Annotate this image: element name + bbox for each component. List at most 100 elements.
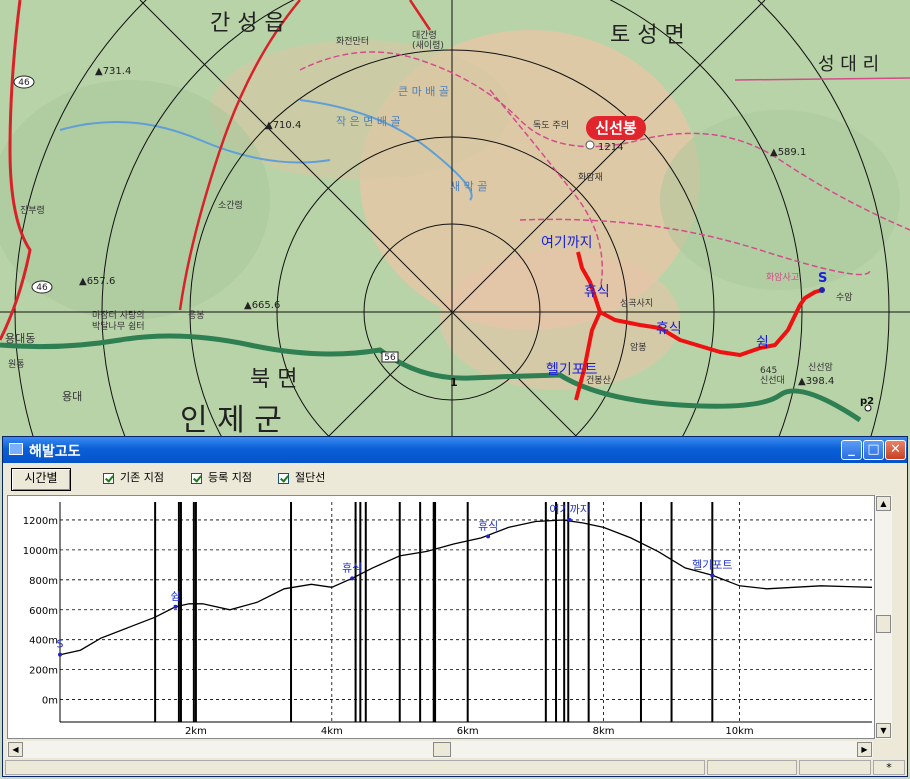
road-number: 46 <box>18 78 30 88</box>
waypoint-label: S <box>57 638 64 651</box>
region-label-tosung: 토 성 면 <box>610 23 685 48</box>
place-label: 암봉 <box>630 341 647 353</box>
waypoint-label: 헬기포트 <box>692 558 732 571</box>
horizontal-scroll-thumb[interactable] <box>433 742 451 757</box>
left-arrow-icon[interactable]: ◀ <box>8 742 23 757</box>
place-label: 원통 <box>8 359 25 370</box>
elevation-label: ▲398.4 <box>798 376 834 387</box>
road-number: 56 <box>384 353 396 363</box>
up-arrow-icon[interactable]: ▲ <box>876 496 891 511</box>
terrain-patch <box>660 110 900 290</box>
waypoint-marker <box>864 404 872 412</box>
reg-point-label: 등록 지점 <box>208 471 252 484</box>
base-point-checkbox[interactable]: 기존 지점 <box>103 471 164 487</box>
waypoint-label: 휴식 <box>342 561 362 574</box>
place-label: 신선대 <box>760 375 785 386</box>
status-panel <box>5 760 705 775</box>
cut-line-label: 절단선 <box>295 471 326 484</box>
window-icon <box>9 443 23 455</box>
track-label-rest: 휴식 <box>584 284 610 300</box>
maximize-button[interactable]: □ <box>863 440 884 460</box>
start-point <box>819 287 825 293</box>
right-arrow-icon[interactable]: ▶ <box>857 742 872 757</box>
region-label-bukmyeon: 북 면 <box>250 367 297 392</box>
summit-label: 신선봉 <box>595 119 637 137</box>
place-label: 화암사고 <box>766 271 799 283</box>
down-arrow-icon[interactable]: ▼ <box>876 723 891 738</box>
place-label: (새이령) <box>412 39 444 51</box>
elevation-chart[interactable]: 0m 200m 400m 600m 800m 1000m 1200m 2km 4km 6km 8km… <box>7 495 875 739</box>
y-tick-label: 600m <box>29 606 58 617</box>
valley-label: 새 막 골 <box>450 180 487 193</box>
x-tick-label: 8km <box>593 726 615 737</box>
reg-point-checkbox[interactable]: 등록 지점 <box>191 471 252 487</box>
elevation-label: 1214 <box>598 142 623 153</box>
track-label-break: 쉼 <box>756 335 769 351</box>
x-tick-label: 2km <box>185 726 207 737</box>
toolbar: 시간별 기존 지점 등록 지점 절단선 <box>3 463 907 493</box>
y-tick-label: 800m <box>29 576 58 587</box>
close-button[interactable]: ✕ <box>885 440 906 460</box>
place-label: 소간령 <box>218 199 243 211</box>
y-tick-label: 200m <box>29 666 58 677</box>
vertical-scroll-thumb[interactable] <box>876 615 891 633</box>
status-bar: * <box>3 759 907 777</box>
elevation-label: ▲710.4 <box>265 120 301 131</box>
checkbox-check-icon <box>278 472 289 484</box>
y-tick-label: 1000m <box>23 546 58 557</box>
region-label-sungdaeri: 성 대 리 <box>818 54 879 75</box>
time-mode-button[interactable]: 시간별 <box>11 468 71 491</box>
cut-line-checkbox[interactable]: 절단선 <box>278 471 325 487</box>
place-label: 신선암 <box>808 361 833 373</box>
region-label-gansung: 간 성 읍 <box>210 11 285 36</box>
status-panel <box>799 760 871 775</box>
elevation-label: ▲589.1 <box>770 147 806 158</box>
waypoint-label: 여기까지 <box>549 503 589 516</box>
summit-marker <box>585 140 595 150</box>
place-label: 645 <box>760 366 777 376</box>
elevation-chart-svg: 0m 200m 400m 600m 800m 1000m 1200m 2km 4km 6km 8km… <box>23 502 873 737</box>
place-label: 대간령 <box>412 29 437 41</box>
base-point-label: 기존 지점 <box>120 471 164 484</box>
window-title: 해발고도 <box>29 444 81 460</box>
y-tick-label: 1200m <box>23 516 58 527</box>
elevation-label: ▲731.4 <box>95 66 131 77</box>
place-label: 화전만터 <box>336 36 369 47</box>
waypoint-marker <box>173 604 178 609</box>
vertical-scrollbar[interactable]: ▲ ▼ <box>875 495 892 739</box>
checkbox-check-icon <box>103 472 114 484</box>
x-tick-label: 10km <box>725 726 753 737</box>
elevation-label: ▲657.6 <box>79 276 115 287</box>
y-tick-label: 400m <box>29 636 58 647</box>
waypoint-marker <box>350 576 355 581</box>
waypoint-marker <box>567 517 572 522</box>
place-label: 용대동 <box>5 332 35 345</box>
place-label: 수암 <box>836 291 853 303</box>
window-titlebar[interactable]: 해발고도 _ □ ✕ <box>3 437 907 463</box>
horizontal-scrollbar[interactable]: ◀ ▶ <box>7 741 873 758</box>
waypoint-label: 휴식 <box>478 519 498 532</box>
ring-number: 1 <box>450 376 458 389</box>
track-label-yeogikkaji: 여기까지 <box>541 235 593 251</box>
waypoint-marker <box>486 534 491 539</box>
y-tick-label: 0m <box>42 696 58 707</box>
place-label: 박달나무 쉼터 <box>92 320 145 332</box>
elevation-window: 해발고도 _ □ ✕ 시간별 기존 지점 등록 지점 절단선 0m 200m 400… <box>2 436 908 777</box>
place-label: 화암재 <box>578 171 603 183</box>
topographic-map[interactable]: 신선봉 간 성 읍 토 성 면 성 대 리 북 면 인 제 군 ▲731.4 ▲… <box>0 0 910 440</box>
status-asterisk: * <box>873 760 905 775</box>
place-label: 용대 <box>62 390 82 403</box>
region-label-inje: 인 제 군 <box>180 403 282 438</box>
valley-label: 작 은 면 배 골 <box>336 115 401 128</box>
road-number: 46 <box>36 283 48 293</box>
track-label-helipad: 헬기포트 <box>546 362 598 378</box>
elevation-label: ▲665.6 <box>244 300 280 311</box>
x-tick-label: 6km <box>457 726 479 737</box>
minimize-button[interactable]: _ <box>841 440 862 460</box>
waypoint-marker <box>58 652 62 657</box>
place-label: 진부령 <box>20 204 45 216</box>
place-label: 독도 주의 <box>533 120 569 131</box>
valley-label: 큰 마 배 골 <box>398 85 449 98</box>
place-label: 마장터 사랑의 <box>92 309 145 321</box>
waypoint-marker <box>710 573 715 578</box>
